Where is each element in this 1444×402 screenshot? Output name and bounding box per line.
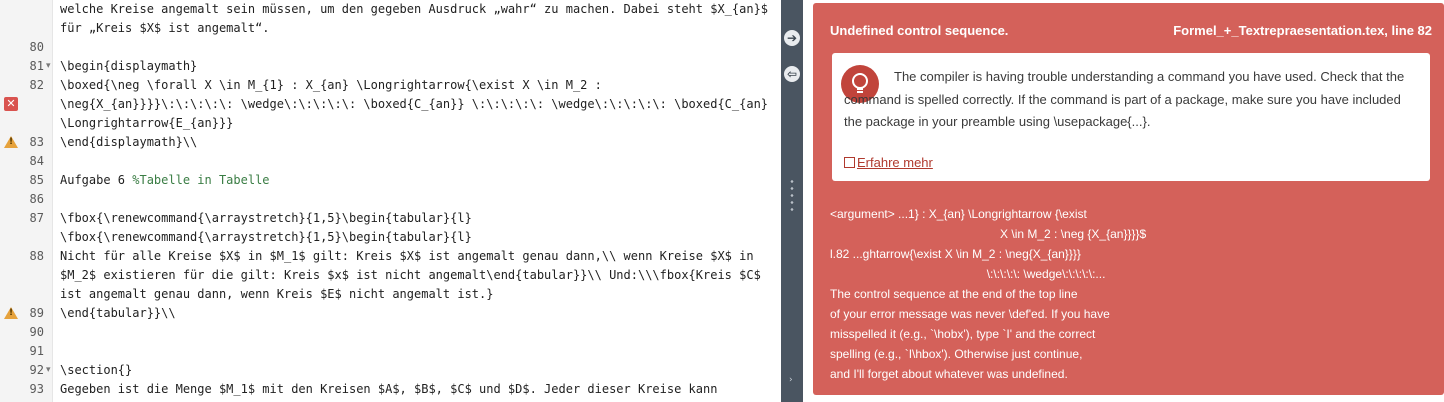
line-number: 91 — [29, 344, 44, 358]
code-text: Aufgabe 6 %Tabelle in Tabelle — [60, 173, 270, 187]
line-number: 80 — [29, 40, 44, 54]
code-text: \section{} — [60, 363, 133, 377]
chevron-right-icon[interactable]: › — [789, 374, 793, 386]
code-text: welche Kreise angemalt sein müssen, um d… — [60, 2, 769, 16]
code-text: \begin{displaymath} — [60, 59, 198, 73]
error-title: Undefined control sequence. — [830, 23, 1009, 38]
code-text: \end{tabular}}\\ — [60, 306, 176, 320]
raw-log-line: of your error message was never \def'ed.… — [830, 307, 1110, 321]
editor-line[interactable]: 87 \fbox{\renewcommand{\arraystretch}{1,… — [0, 209, 781, 228]
pane-splitter[interactable]: ➔ ⇦ › — [781, 0, 803, 402]
editor-line[interactable]: \Longrightarrow{E_{an}}} — [0, 114, 781, 133]
editor-line[interactable]: 82 \boxed{\neg \forall X \in M_{1} : X_{… — [0, 76, 781, 95]
editor-line[interactable]: 90 — [0, 323, 781, 342]
code-text: \fbox{\renewcommand{\arraystretch}{1,5}\… — [60, 230, 472, 244]
line-number: 85 — [29, 173, 44, 187]
editor-line[interactable]: 91 — [0, 342, 781, 361]
hint-box: The compiler is having trouble understan… — [832, 53, 1430, 181]
warning-marker-icon[interactable] — [4, 307, 18, 319]
logs-pane: Undefined control sequence. Formel_+_Tex… — [803, 0, 1444, 402]
line-number: 84 — [29, 154, 44, 168]
editor-line[interactable]: 81 ▾ \begin{displaymath} — [0, 57, 781, 76]
line-number: 81 — [29, 59, 44, 73]
editor-line[interactable]: ist angemalt genau dann, wenn Kreis $E$ … — [0, 285, 781, 304]
learn-more-link[interactable]: Erfahre mehr — [844, 155, 933, 171]
editor-line[interactable]: 83 \end{displaymath}\\ — [0, 133, 781, 152]
raw-log-line: l.82 ...ghtarrow{\exist X \in M_2 : \neg… — [830, 247, 1081, 261]
line-number: 90 — [29, 325, 44, 339]
arrow-left-icon[interactable]: ⇦ — [784, 66, 800, 82]
arrow-right-icon[interactable]: ➔ — [784, 30, 800, 46]
code-text: für „Kreis $X$ ist angemalt“. — [60, 21, 270, 35]
external-link-icon — [844, 157, 855, 168]
code-text: \Longrightarrow{E_{an}}} — [60, 116, 234, 130]
code-editor[interactable]: welche Kreise angemalt sein müssen, um d… — [0, 0, 781, 402]
line-number: 92 — [29, 363, 44, 377]
editor-line[interactable]: für „Kreis $X$ ist angemalt“. — [0, 19, 781, 38]
editor-line[interactable]: 80 — [0, 38, 781, 57]
line-number: 93 — [29, 382, 44, 396]
line-number: 88 — [29, 249, 44, 263]
learn-more-label: Erfahre mehr — [857, 155, 933, 170]
raw-log-line: <argument> ...1} : X_{an} \Longrightarro… — [830, 207, 1087, 221]
editor-line[interactable]: 85 Aufgabe 6 %Tabelle in Tabelle — [0, 171, 781, 190]
editor-line[interactable]: ✕ \neg{X_{an}}}}\:\:\:\:\: \wedge\:\:\:\… — [0, 95, 781, 114]
code-text: \fbox{\renewcommand{\arraystretch}{1,5}\… — [60, 211, 472, 225]
code-text: Gegeben ist die Menge $M_1$ mit den Krei… — [60, 382, 718, 396]
raw-log-line: The control sequence at the end of the t… — [830, 287, 1078, 301]
editor-line[interactable]: 92 ▾ \section{} — [0, 361, 781, 380]
code-text: \boxed{\neg \forall X \in M_{1} : X_{an}… — [60, 78, 602, 92]
drag-handle-icon[interactable] — [790, 178, 794, 212]
raw-log-line: X \in M_2 : \neg {X_{an}}}}$ — [830, 227, 1147, 241]
fold-toggle-icon[interactable]: ▾ — [46, 361, 51, 380]
error-card[interactable]: Undefined control sequence. Formel_+_Tex… — [813, 3, 1444, 395]
raw-log-line: and I'll forget about whatever was undef… — [830, 367, 1068, 381]
error-file-link[interactable]: Formel_+_Textrepraesentation.tex, line 8… — [1173, 23, 1432, 39]
editor-line[interactable]: 89 \end{tabular}}\\ — [0, 304, 781, 323]
fold-toggle-icon[interactable]: ▾ — [46, 57, 51, 76]
editor-line[interactable]: $M_2$ existieren für die gilt: Kreis $x$… — [0, 266, 781, 285]
editor-line[interactable]: welche Kreise angemalt sein müssen, um d… — [0, 0, 781, 19]
line-number: 83 — [29, 135, 44, 149]
editor-line[interactable]: 84 — [0, 152, 781, 171]
line-number: 82 — [29, 78, 44, 92]
hint-text: The compiler is having trouble understan… — [844, 69, 1405, 129]
line-number: 86 — [29, 192, 44, 206]
code-text: Nicht für alle Kreise $X$ in $M_1$ gilt:… — [60, 249, 754, 263]
code-text: \neg{X_{an}}}}\:\:\:\:\: \wedge\:\:\:\:\… — [60, 97, 769, 111]
editor-line[interactable]: 86 — [0, 190, 781, 209]
raw-log-line: \:\:\:\:\: \wedge\:\:\:\:\:... — [830, 267, 1106, 281]
raw-log-line: spelling (e.g., `I\hbox'). Otherwise jus… — [830, 347, 1083, 361]
raw-log-line: misspelled it (e.g., `\hobx'), type `I' … — [830, 327, 1096, 341]
code-text: \end{displaymath}\\ — [60, 135, 198, 149]
code-text: ist angemalt genau dann, wenn Kreis $E$ … — [60, 287, 494, 301]
code-text: $M_2$ existieren für die gilt: Kreis $x$… — [60, 268, 761, 282]
line-number: 87 — [29, 211, 44, 225]
editor-line[interactable]: 88 Nicht für alle Kreise $X$ in $M_1$ gi… — [0, 247, 781, 266]
editor-line[interactable]: \fbox{\renewcommand{\arraystretch}{1,5}\… — [0, 228, 781, 247]
line-number: 89 — [29, 306, 44, 320]
error-marker-icon[interactable]: ✕ — [4, 97, 18, 111]
warning-marker-icon[interactable] — [4, 136, 18, 148]
editor-line[interactable]: 93 Gegeben ist die Menge $M_1$ mit den K… — [0, 380, 781, 399]
